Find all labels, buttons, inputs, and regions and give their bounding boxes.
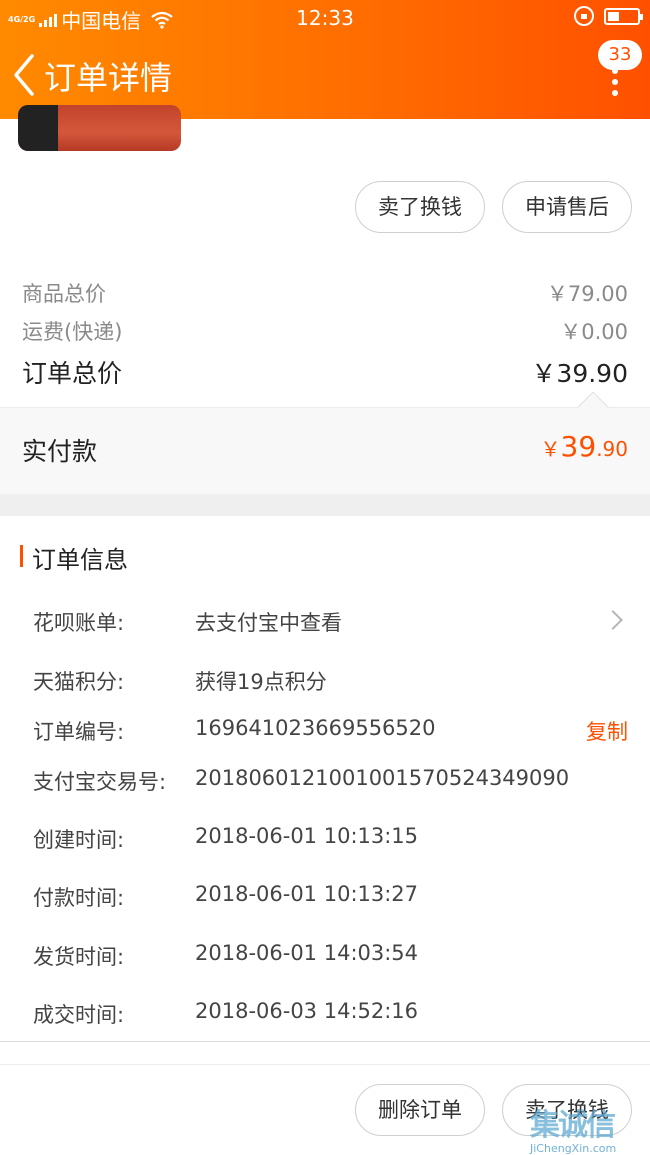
- footer-sell-button[interactable]: 卖了换钱: [502, 1084, 632, 1136]
- nav-bar: 订单详情 33: [0, 40, 650, 114]
- delete-order-button[interactable]: 删除订单: [355, 1084, 485, 1136]
- alipay-number-label: 支付宝交易号:: [33, 770, 167, 794]
- alipay-number-value: 2018060121001001570524349090: [195, 766, 570, 790]
- more-menu-button[interactable]: [608, 68, 622, 98]
- product-thumbnail[interactable]: [18, 105, 181, 151]
- points-value: 获得19点积分: [195, 670, 327, 694]
- page-title: 订单详情: [44, 59, 173, 97]
- goods-total-label: 商品总价: [22, 282, 106, 306]
- back-button[interactable]: [8, 50, 42, 100]
- order-total-value: ￥39.90: [531, 359, 628, 388]
- created-time-value: 2018-06-01 10:13:15: [195, 824, 419, 848]
- after-sale-button[interactable]: 申请售后: [502, 181, 632, 233]
- header: 4G/2G 中国电信 12:33 订单详情 33: [0, 0, 650, 119]
- section-divider: [0, 494, 650, 516]
- paid-time-value: 2018-06-01 10:13:27: [195, 882, 419, 906]
- deal-time-label: 成交时间:: [33, 1003, 125, 1027]
- paid-label: 实付款: [22, 437, 98, 466]
- order-info-title: 订单信息: [20, 540, 128, 575]
- order-total-row: 订单总价 ￥39.90: [22, 354, 628, 390]
- paid-integer: 39: [560, 430, 597, 463]
- battery-icon: [604, 7, 643, 25]
- sell-button[interactable]: 卖了换钱: [355, 181, 485, 233]
- clock: 12:33: [296, 6, 354, 30]
- paid-amount-box: 实付款 ￥39.90: [0, 391, 650, 494]
- shipped-time-label: 发货时间:: [33, 945, 125, 969]
- paid-currency: ￥: [540, 437, 561, 461]
- chevron-right-icon: [603, 610, 623, 630]
- order-total-label: 订单总价: [22, 359, 123, 388]
- order-number-value: 169641023669556520: [195, 716, 436, 740]
- status-right: [574, 6, 643, 26]
- paid-decimal: .90: [596, 437, 628, 461]
- chevron-left-icon: [14, 54, 34, 96]
- shipping-value: ￥0.00: [560, 320, 628, 344]
- huabei-label: 花呗账单:: [33, 611, 125, 635]
- goods-total-row: 商品总价 ￥79.00: [22, 278, 628, 308]
- status-bar: 4G/2G 中国电信 12:33: [0, 0, 650, 34]
- rotation-lock-icon: [574, 6, 594, 26]
- created-time-label: 创建时间:: [33, 828, 125, 852]
- shipping-label: 运费(快递): [22, 320, 123, 344]
- shipped-time-value: 2018-06-01 14:03:54: [195, 941, 419, 965]
- message-count-badge[interactable]: 33: [598, 40, 642, 70]
- shipping-row: 运费(快递) ￥0.00: [22, 316, 628, 346]
- points-label: 天猫积分:: [33, 670, 125, 694]
- deal-time-value: 2018-06-03 14:52:16: [195, 999, 419, 1023]
- order-number-label: 订单编号:: [33, 720, 125, 744]
- copy-order-number-button[interactable]: 复制: [586, 716, 628, 746]
- paid-amount: ￥39.90: [541, 430, 628, 463]
- paid-time-label: 付款时间:: [33, 886, 125, 910]
- huabei-value[interactable]: 去支付宝中查看: [195, 607, 342, 637]
- goods-total-value: ￥79.00: [546, 282, 628, 306]
